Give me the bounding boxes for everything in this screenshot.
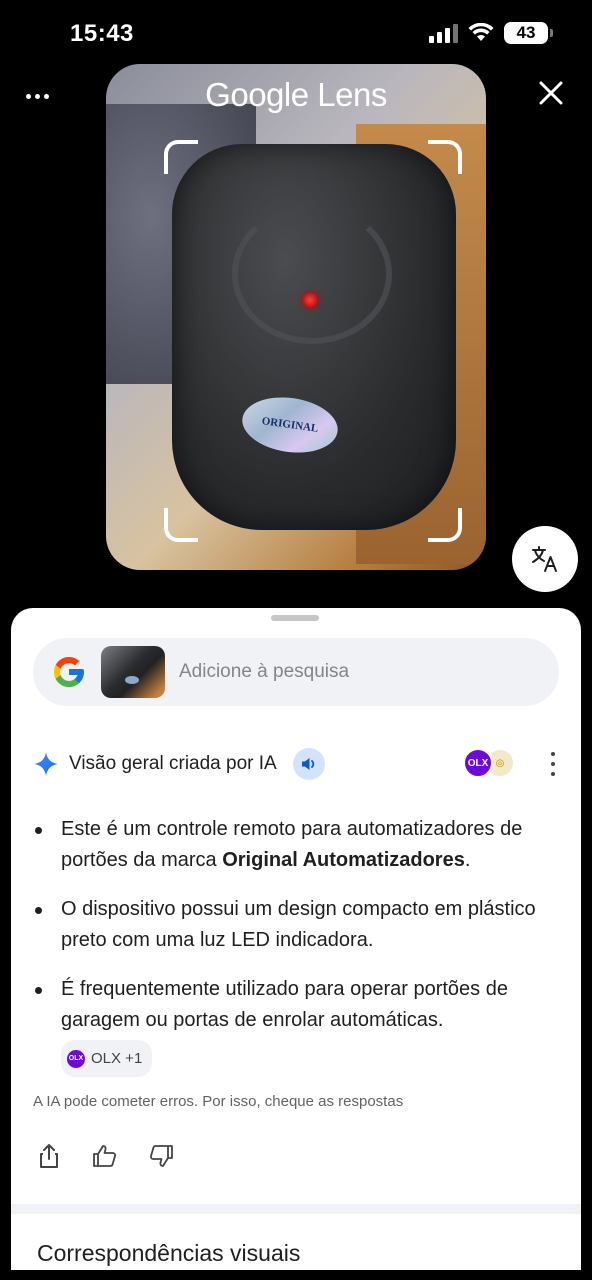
close-button[interactable] [536,80,566,110]
thumbs-down-button[interactable] [145,1140,177,1172]
gemini-sparkle-icon [34,752,58,776]
share-button[interactable] [33,1140,65,1172]
translate-icon [532,546,557,572]
source-chip-label: OLX +1 [91,1050,143,1067]
translate-button[interactable] [512,526,578,592]
sticker-text: ORIGINAL [261,415,319,435]
crop-handle-bottom-right[interactable] [428,508,462,542]
crop-handle-bottom-left[interactable] [164,508,198,542]
ai-disclaimer: A IA pode cometer erros. Por isso, chequ… [33,1093,404,1110]
source-chip[interactable]: OLX OLX +1 [61,1040,153,1077]
source-icons[interactable]: OLX ◎ [463,748,515,778]
search-bar[interactable]: Adicione à pesquisa [33,638,559,706]
google-g-icon [54,657,84,687]
feedback-actions [33,1140,177,1172]
battery-level: 43 [516,23,536,42]
bullet-text-end: . [464,849,471,871]
cellular-signal-icon [429,23,458,43]
status-icons: 43 [429,22,553,44]
speaker-icon [301,758,314,770]
battery-indicator: 43 [504,22,553,44]
device-ridge [232,204,392,344]
thumbs-up-button[interactable] [89,1140,121,1172]
query-image-thumbnail[interactable] [101,646,165,698]
results-sheet: Adicione à pesquisa Visão geral criada p… [11,608,581,1270]
bullet-bold-text: Original Automatizadores [222,849,465,871]
lens-image-area: ORIGINAL Google Lens [0,64,592,609]
device-brand-sticker: ORIGINAL [238,391,342,459]
listen-button[interactable] [292,748,325,780]
bullet-item: Este é um controle remoto para automatiz… [33,814,553,876]
title-lens: Lens [317,76,387,113]
olx-source-icon: OLX [463,748,493,778]
title-google: Google [205,76,309,113]
sheet-drag-handle[interactable] [271,615,319,621]
remote-control-device: ORIGINAL [172,144,456,530]
section-divider [11,1204,581,1214]
thumbs-up-icon [93,1145,117,1167]
share-icon [40,1144,58,1168]
visual-matches-title: Correspondências visuais [37,1240,301,1266]
google-lens-title: Google Lens [0,76,592,114]
bullet-item: O dispositivo possui um design compacto … [33,894,553,956]
ai-overview-title: Visão geral criada por IA [69,753,277,774]
bullet-item: É frequentemente utilizado para operar p… [33,974,553,1077]
ai-overview-bullets: Este é um controle remoto para automatiz… [33,814,553,1095]
crop-handle-top-left[interactable] [164,140,198,174]
search-input[interactable]: Adicione à pesquisa [179,661,349,683]
olx-chip-icon: OLX [67,1049,85,1068]
crop-handle-top-right[interactable] [428,140,462,174]
status-time: 15:43 [70,20,134,47]
bullet-text: O dispositivo possui um design compacto … [61,898,536,951]
thumbs-down-icon [149,1145,173,1167]
captured-photo[interactable]: ORIGINAL [106,64,486,570]
device-led [302,292,318,308]
bullet-text: É frequentemente utilizado para operar p… [61,978,508,1031]
ai-overview-header: Visão geral criada por IA OLX ◎ [33,746,563,782]
ai-overview-menu-button[interactable] [545,752,561,776]
close-icon [539,81,563,105]
status-bar: 15:43 43 [0,0,592,70]
wifi-icon [468,23,494,41]
